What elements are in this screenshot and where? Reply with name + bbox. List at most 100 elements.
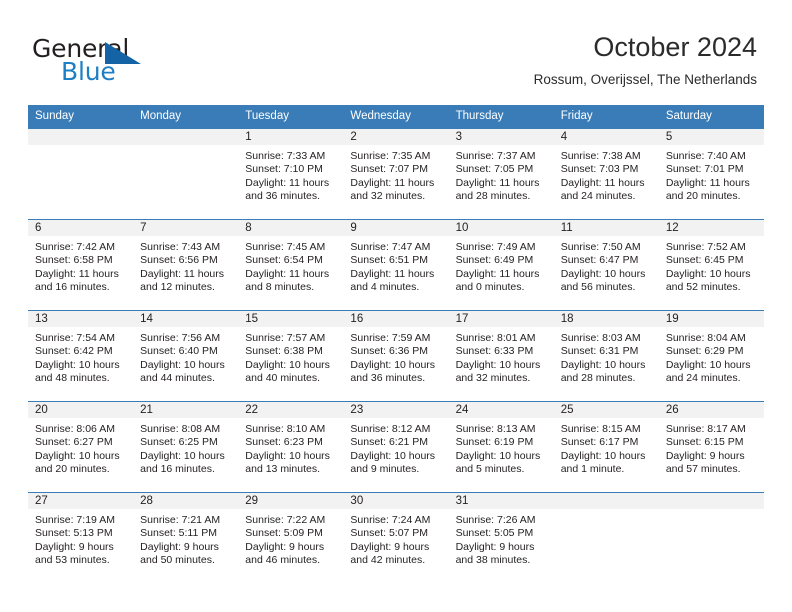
calendar-day-cell — [28, 129, 134, 220]
sunset-text: Sunset: 6:29 PM — [665, 345, 744, 358]
calendar-day-cell[interactable]: 18 Sunrise: 8:03 AM Sunset: 6:31 PM Dayligh… — [553, 310, 659, 402]
day-details: Sunrise: 7:40 AM Sunset: 7:01 PM Daylight:… — [659, 145, 764, 204]
calendar-day-cell[interactable]: 24 Sunrise: 8:13 AM Sunset: 6:19 PM Dayligh… — [448, 401, 554, 493]
daylight-text-line2: and 36 minutes. — [350, 372, 426, 385]
daylight-text-line1: Daylight: 11 hours — [560, 176, 645, 189]
daylight-text-line2: and 24 minutes. — [560, 190, 636, 203]
calendar-day-cell[interactable]: 6 Sunrise: 7:42 AM Sunset: 6:58 PM Daylight… — [28, 219, 134, 311]
day-number — [133, 129, 239, 145]
sunset-text: Sunset: 7:07 PM — [350, 163, 429, 176]
day-details: Sunrise: 8:15 AM Sunset: 6:17 PM Daylight:… — [554, 418, 659, 477]
day-number: 5 — [658, 129, 764, 145]
daylight-text-line1: Daylight: 11 hours — [455, 267, 540, 280]
calendar-day-cell[interactable]: 30 Sunrise: 7:24 AM Sunset: 5:07 PM Dayligh… — [343, 492, 449, 583]
day-details: Sunrise: 8:08 AM Sunset: 6:25 PM Daylight:… — [133, 418, 238, 477]
sunrise-text: Sunrise: 8:15 AM — [560, 423, 641, 435]
day-cell-body — [133, 129, 239, 219]
sunrise-text: Sunrise: 7:38 AM — [560, 150, 641, 162]
daylight-text-line2: and 20 minutes. — [665, 190, 741, 203]
calendar-day-cell[interactable]: 23 Sunrise: 8:12 AM Sunset: 6:21 PM Dayligh… — [343, 401, 449, 493]
calendar-day-cell[interactable]: 1 Sunrise: 7:33 AM Sunset: 7:10 PM Daylight… — [238, 129, 344, 220]
day-number: 29 — [238, 493, 344, 509]
calendar-day-cell[interactable]: 7 Sunrise: 7:43 AM Sunset: 6:56 PM Daylight… — [133, 219, 239, 311]
calendar-day-cell[interactable]: 17 Sunrise: 8:01 AM Sunset: 6:33 PM Dayligh… — [448, 310, 554, 402]
daylight-text-line1: Daylight: 10 hours — [245, 449, 330, 462]
calendar-day-cell[interactable]: 5 Sunrise: 7:40 AM Sunset: 7:01 PM Daylight… — [658, 129, 764, 220]
daylight-text-line1: Daylight: 9 hours — [350, 540, 430, 553]
day-cell-body: 3 Sunrise: 7:37 AM Sunset: 7:05 PM Daylight… — [448, 129, 554, 219]
sunset-text: Sunset: 6:36 PM — [350, 345, 429, 358]
calendar-day-cell[interactable]: 25 Sunrise: 8:15 AM Sunset: 6:17 PM Dayligh… — [553, 401, 659, 493]
calendar-week-row: 1 Sunrise: 7:33 AM Sunset: 7:10 PM Daylight… — [28, 129, 764, 220]
page-subtitle: Rossum, Overijssel, The Netherlands — [533, 72, 757, 87]
day-details: Sunrise: 7:59 AM Sunset: 6:36 PM Daylight:… — [343, 327, 448, 386]
sunset-text: Sunset: 7:05 PM — [455, 163, 534, 176]
day-details: Sunrise: 7:43 AM Sunset: 6:56 PM Daylight:… — [133, 236, 238, 295]
daylight-text-line1: Daylight: 10 hours — [560, 449, 646, 462]
calendar-day-cell[interactable]: 8 Sunrise: 7:45 AM Sunset: 6:54 PM Daylight… — [238, 219, 344, 311]
calendar-day-cell[interactable]: 19 Sunrise: 8:04 AM Sunset: 6:29 PM Dayligh… — [658, 310, 764, 402]
sunrise-text: Sunrise: 7:43 AM — [140, 241, 221, 253]
calendar-day-cell[interactable]: 29 Sunrise: 7:22 AM Sunset: 5:09 PM Dayligh… — [238, 492, 344, 583]
day-number: 13 — [28, 311, 134, 327]
calendar-day-cell[interactable]: 14 Sunrise: 7:56 AM Sunset: 6:40 PM Dayligh… — [133, 310, 239, 402]
sunrise-text: Sunrise: 8:01 AM — [455, 332, 536, 344]
daylight-text-line1: Daylight: 10 hours — [455, 449, 541, 462]
brand-logo[interactable]: General Blue — [32, 34, 232, 90]
daylight-text-line2: and 8 minutes. — [245, 281, 315, 294]
day-details: Sunrise: 7:50 AM Sunset: 6:47 PM Daylight:… — [554, 236, 659, 295]
daylight-text-line2: and 24 minutes. — [665, 372, 741, 385]
calendar-day-cell[interactable]: 16 Sunrise: 7:59 AM Sunset: 6:36 PM Dayligh… — [343, 310, 449, 402]
calendar-day-cell[interactable]: 31 Sunrise: 7:26 AM Sunset: 5:05 PM Dayligh… — [448, 492, 554, 583]
sunrise-text: Sunrise: 7:26 AM — [455, 514, 536, 526]
calendar-day-cell[interactable]: 28 Sunrise: 7:21 AM Sunset: 5:11 PM Dayligh… — [133, 492, 239, 583]
day-cell-body: 1 Sunrise: 7:33 AM Sunset: 7:10 PM Daylight… — [238, 129, 344, 219]
day-number: 4 — [553, 129, 659, 145]
calendar-day-cell[interactable]: 13 Sunrise: 7:54 AM Sunset: 6:42 PM Dayligh… — [28, 310, 134, 402]
calendar-day-cell[interactable]: 2 Sunrise: 7:35 AM Sunset: 7:07 PM Daylight… — [343, 129, 449, 220]
sunset-text: Sunset: 6:58 PM — [35, 254, 113, 267]
calendar-day-cell[interactable]: 27 Sunrise: 7:19 AM Sunset: 5:13 PM Dayligh… — [28, 492, 134, 583]
sunset-text: Sunset: 7:01 PM — [665, 163, 744, 176]
day-details: Sunrise: 7:47 AM Sunset: 6:51 PM Daylight:… — [343, 236, 448, 295]
day-cell-body: 27 Sunrise: 7:19 AM Sunset: 5:13 PM Dayligh… — [28, 493, 134, 583]
day-number: 15 — [238, 311, 344, 327]
day-number: 26 — [658, 402, 764, 418]
daylight-text-line1: Daylight: 10 hours — [455, 358, 541, 371]
day-details: Sunrise: 7:52 AM Sunset: 6:45 PM Daylight:… — [659, 236, 764, 295]
day-number: 7 — [133, 220, 239, 236]
day-number: 31 — [448, 493, 554, 509]
sunset-text: Sunset: 7:03 PM — [560, 163, 639, 176]
calendar-day-cell[interactable]: 15 Sunrise: 7:57 AM Sunset: 6:38 PM Dayligh… — [238, 310, 344, 402]
day-cell-body — [658, 493, 764, 583]
calendar-day-cell — [658, 492, 764, 583]
calendar-day-cell[interactable]: 3 Sunrise: 7:37 AM Sunset: 7:05 PM Daylight… — [448, 129, 554, 220]
daylight-text-line2: and 52 minutes. — [665, 281, 741, 294]
daylight-text-line2: and 5 minutes. — [455, 463, 525, 476]
daylight-text-line2: and 48 minutes. — [35, 372, 110, 385]
daylight-text-line2: and 32 minutes. — [350, 190, 426, 203]
calendar-day-cell[interactable]: 26 Sunrise: 8:17 AM Sunset: 6:15 PM Dayligh… — [658, 401, 764, 493]
daylight-text-line1: Daylight: 11 hours — [140, 267, 224, 280]
daylight-text-line1: Daylight: 10 hours — [140, 449, 225, 462]
calendar-week-row: 27 Sunrise: 7:19 AM Sunset: 5:13 PM Dayligh… — [28, 492, 764, 583]
sunrise-text: Sunrise: 7:21 AM — [140, 514, 221, 526]
calendar-day-cell[interactable]: 10 Sunrise: 7:49 AM Sunset: 6:49 PM Dayligh… — [448, 219, 554, 311]
calendar-day-cell[interactable]: 4 Sunrise: 7:38 AM Sunset: 7:03 PM Daylight… — [553, 129, 659, 220]
calendar-day-cell[interactable]: 21 Sunrise: 8:08 AM Sunset: 6:25 PM Dayligh… — [133, 401, 239, 493]
daylight-text-line2: and 16 minutes. — [35, 281, 110, 294]
day-cell-body: 30 Sunrise: 7:24 AM Sunset: 5:07 PM Dayligh… — [343, 493, 449, 583]
day-cell-body: 25 Sunrise: 8:15 AM Sunset: 6:17 PM Dayligh… — [553, 402, 659, 492]
calendar-day-cell[interactable]: 20 Sunrise: 8:06 AM Sunset: 6:27 PM Dayligh… — [28, 401, 134, 493]
calendar-day-cell[interactable]: 12 Sunrise: 7:52 AM Sunset: 6:45 PM Dayligh… — [658, 219, 764, 311]
day-details: Sunrise: 7:22 AM Sunset: 5:09 PM Daylight:… — [238, 509, 343, 568]
calendar-day-cell[interactable]: 11 Sunrise: 7:50 AM Sunset: 6:47 PM Dayligh… — [553, 219, 659, 311]
daylight-text-line2: and 32 minutes. — [455, 372, 531, 385]
calendar-day-cell[interactable]: 9 Sunrise: 7:47 AM Sunset: 6:51 PM Daylight… — [343, 219, 449, 311]
calendar-week-row: 6 Sunrise: 7:42 AM Sunset: 6:58 PM Daylight… — [28, 219, 764, 311]
calendar-day-cell[interactable]: 22 Sunrise: 8:10 AM Sunset: 6:23 PM Dayligh… — [238, 401, 344, 493]
daylight-text-line1: Daylight: 10 hours — [665, 358, 751, 371]
weekday-header-thursday: Thursday — [448, 105, 554, 129]
sunrise-text: Sunrise: 7:40 AM — [665, 150, 746, 162]
daylight-text-line2: and 12 minutes. — [140, 281, 215, 294]
